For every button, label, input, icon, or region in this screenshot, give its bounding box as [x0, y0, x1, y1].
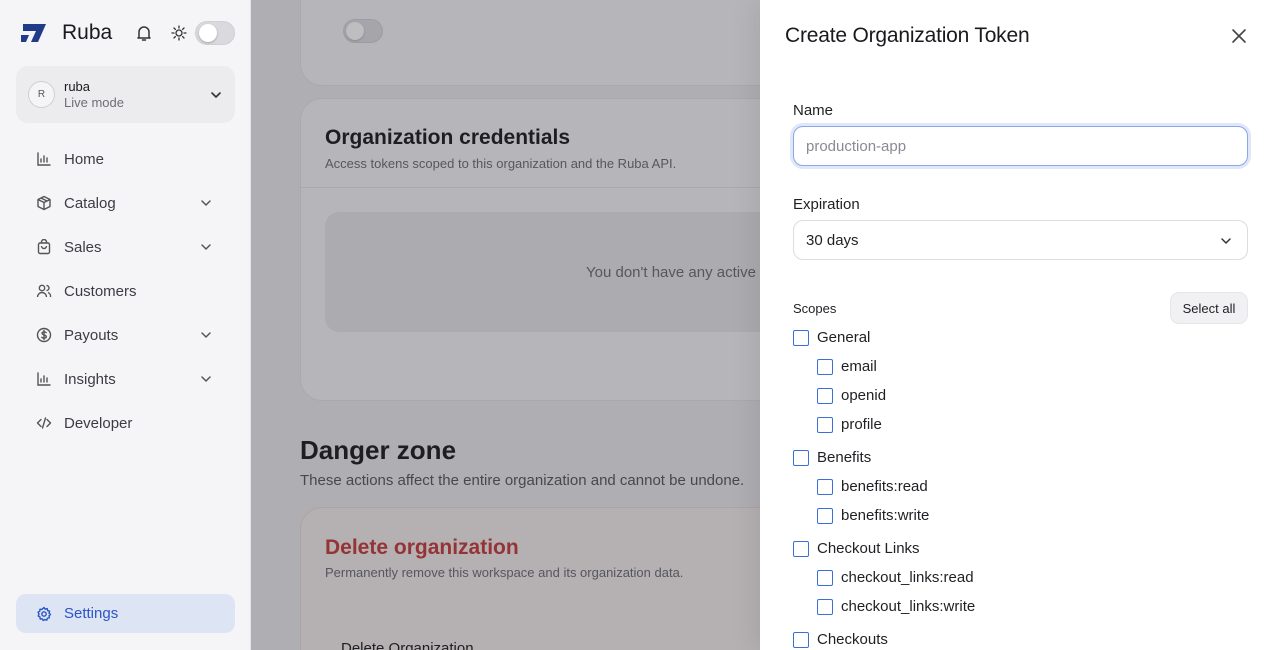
sidebar-item-customers[interactable]: Customers: [16, 269, 235, 313]
scope-label: checkout_links:read: [841, 569, 974, 586]
chevron-down-icon: [201, 200, 211, 206]
scope-group-checkouts[interactable]: Checkouts: [793, 631, 888, 648]
org-name: ruba: [64, 79, 91, 94]
scope-item[interactable]: benefits:read: [817, 478, 928, 495]
select-all-button[interactable]: Select all: [1170, 292, 1248, 324]
org-mode: Live mode: [64, 95, 124, 110]
scope-label: profile: [841, 416, 882, 433]
brand-name: Ruba: [62, 21, 113, 44]
scope-label: Checkouts: [817, 631, 888, 648]
users-icon: [36, 284, 52, 298]
scope-label: benefits:write: [841, 507, 930, 524]
sidebar-item-label: Customers: [64, 282, 137, 300]
sidebar-item-label: Settings: [64, 605, 119, 622]
scope-checkbox[interactable]: [793, 540, 809, 557]
sidebar-item-developer[interactable]: Developer: [16, 401, 235, 445]
scope-checkbox[interactable]: [817, 416, 833, 433]
scope-group-benefits[interactable]: Benefits: [793, 449, 871, 466]
scope-checkbox[interactable]: [817, 358, 833, 375]
bag-icon: [37, 239, 51, 255]
code-icon: [36, 417, 52, 429]
scope-checkbox[interactable]: [817, 598, 833, 615]
scope-label: email: [841, 358, 877, 375]
dollar-icon: [36, 327, 52, 343]
scope-group-general[interactable]: General: [793, 329, 870, 346]
theme-toggle-knob: [199, 24, 217, 42]
scope-item[interactable]: benefits:write: [817, 507, 929, 524]
sidebar-item-label: Home: [64, 150, 105, 168]
scope-checkbox[interactable]: [793, 449, 809, 466]
scope-checkbox[interactable]: [793, 329, 809, 346]
sidebar-item-settings[interactable]: Settings: [16, 594, 235, 633]
scope-checkbox[interactable]: [793, 631, 809, 648]
expiration-value: 30 days: [806, 231, 859, 249]
chart-icon: [37, 372, 51, 386]
create-token-drawer: Create Organization Token Name Expiratio…: [760, 0, 1280, 650]
scope-label: checkout_links:write: [841, 598, 976, 615]
scope-item[interactable]: profile: [817, 416, 882, 433]
chevron-down-icon: [1221, 238, 1231, 244]
close-icon[interactable]: [1230, 27, 1248, 45]
scope-checkbox[interactable]: [817, 387, 833, 404]
name-label: Name: [793, 102, 834, 119]
scope-item[interactable]: checkout_links:write: [817, 598, 975, 615]
sidebar-item-label: Developer: [64, 414, 133, 432]
sidebar-item-label: Payouts: [64, 326, 119, 344]
scope-item[interactable]: checkout_links:read: [817, 569, 974, 586]
brand[interactable]: Ruba: [20, 20, 112, 46]
sidebar-item-home[interactable]: Home: [16, 137, 235, 181]
scopes-label: Scopes: [793, 301, 837, 316]
drawer-title: Create Organization Token: [785, 24, 1030, 47]
expiration-label: Expiration: [793, 196, 860, 213]
sidebar-item-label: Sales: [64, 238, 102, 256]
box-icon: [37, 195, 51, 211]
chevron-down-icon: [201, 376, 211, 382]
sidebar-item-label: Insights: [64, 370, 116, 388]
chevron-down-icon: [201, 244, 211, 250]
scope-label: openid: [841, 387, 887, 404]
sidebar-item-payouts[interactable]: Payouts: [16, 313, 235, 357]
chevron-down-icon: [211, 92, 221, 98]
scope-checkbox[interactable]: [817, 569, 833, 586]
sun-icon: [171, 25, 187, 41]
bell-icon[interactable]: [135, 24, 153, 42]
chart-icon: [37, 152, 51, 166]
scope-item[interactable]: openid: [817, 387, 886, 404]
scope-label: Benefits: [817, 449, 872, 466]
org-avatar: R: [28, 81, 55, 108]
expiration-select[interactable]: 30 days: [793, 220, 1248, 260]
token-name-input[interactable]: [793, 126, 1248, 166]
sidebar-item-insights[interactable]: Insights: [16, 357, 235, 401]
scope-group-checkout-links[interactable]: Checkout Links: [793, 540, 920, 557]
sidebar-item-sales[interactable]: Sales: [16, 225, 235, 269]
chevron-down-icon: [201, 332, 211, 338]
scope-label: Checkout Links: [817, 540, 920, 557]
logo-icon: [21, 24, 46, 42]
sidebar-item-label: Catalog: [64, 194, 116, 212]
sidebar: Ruba R ruba Live mode Home Catalog Sales: [0, 0, 251, 650]
gear-icon: [37, 606, 52, 621]
scope-label: benefits:read: [841, 478, 928, 495]
sidebar-item-catalog[interactable]: Catalog: [16, 181, 235, 225]
org-switcher[interactable]: R ruba Live mode: [16, 66, 235, 123]
scope-checkbox[interactable]: [817, 478, 833, 495]
sidebar-nav: Home Catalog Sales Customers Payouts Ins…: [16, 137, 235, 445]
scope-item[interactable]: email: [817, 358, 877, 375]
scope-label: General: [817, 329, 871, 346]
theme-toggle[interactable]: [195, 21, 235, 45]
scope-checkbox[interactable]: [817, 507, 833, 524]
